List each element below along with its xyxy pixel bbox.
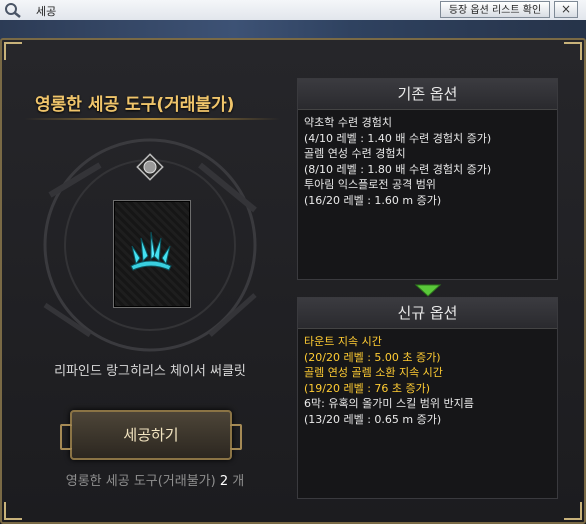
- option-name: 타운트 지속 시간: [304, 335, 382, 348]
- frame-corner: [564, 42, 582, 60]
- title-divider: [25, 118, 280, 120]
- crown-icon: [130, 231, 172, 271]
- existing-options-header: 기존 옵션: [298, 79, 557, 110]
- close-button[interactable]: ×: [554, 1, 578, 18]
- option-name: 6막: 유혹의 올가미 스킬 범위 반지름: [304, 397, 474, 410]
- refine-tool-title: 영롱한 세공 도구(거래불가): [35, 95, 235, 115]
- item-name: 리파인드 랑그히리스 체이서 써클릿: [54, 364, 246, 379]
- option-name: 약초학 수련 경험치: [304, 116, 392, 129]
- down-arrow-icon: [414, 284, 442, 297]
- option-value: (13/20 레벨 : 0.65 m 증가): [304, 412, 442, 426]
- existing-options-panel: 기존 옵션 약초학 수련 경험치 (4/10 레벨 : 1.40 배 수련 경험…: [297, 78, 558, 280]
- gem-slot-icon: [136, 153, 164, 181]
- option-value: (4/10 레벨 : 1.40 배 수련 경험치 증가): [304, 131, 492, 145]
- existing-options-list: 약초학 수련 경험치 (4/10 레벨 : 1.40 배 수련 경험치 증가) …: [298, 110, 557, 213]
- option-value: (16/20 레벨 : 1.60 m 증가): [304, 193, 442, 207]
- new-options-list: 타운트 지속 시간 (20/20 레벨 : 5.00 초 증가) 골렘 연성 골…: [298, 329, 557, 432]
- tool-count-label: 영롱한 세공 도구(거래불가): [65, 474, 216, 489]
- option-value: (19/20 레벨 : 76 초 증가): [304, 381, 431, 395]
- option-list-button[interactable]: 등장 옵션 리스트 확인: [440, 1, 550, 18]
- search-icon: [5, 3, 21, 18]
- tool-count-unit: 개: [232, 474, 245, 489]
- option-name: 골렘 연성 수련 경험치: [304, 147, 406, 160]
- new-options-header: 신규 옵션: [298, 298, 557, 329]
- tool-count-value: 2: [219, 474, 229, 489]
- frame-corner: [564, 502, 582, 520]
- tool-count: 영롱한 세공 도구(거래불가) 2 개: [0, 470, 310, 489]
- frame-corner: [4, 502, 22, 520]
- window-title-bar: 세공 등장 옵션 리스트 확인 ×: [0, 0, 586, 21]
- close-icon: ×: [560, 2, 572, 16]
- refine-button[interactable]: 세공하기: [60, 410, 242, 460]
- window-title: 세공: [36, 5, 57, 18]
- new-options-panel: 신규 옵션 타운트 지속 시간 (20/20 레벨 : 5.00 초 증가) 골…: [297, 297, 558, 499]
- option-name: 골렘 연성 골렘 소환 지속 시간: [304, 366, 443, 379]
- frame-corner: [4, 42, 22, 60]
- option-value: (20/20 레벨 : 5.00 초 증가): [304, 350, 441, 364]
- option-name: 투아림 익스플로전 공격 범위: [304, 178, 436, 191]
- option-value: (8/10 레벨 : 1.80 배 수련 경험치 증가): [304, 162, 492, 176]
